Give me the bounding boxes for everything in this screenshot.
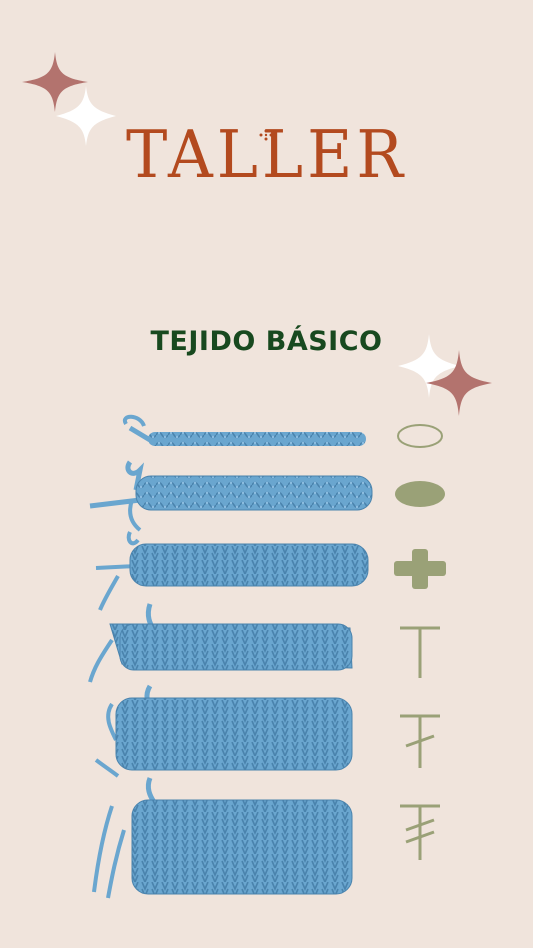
plus-icon <box>394 549 446 589</box>
filled-oval-icon <box>395 481 445 507</box>
oval-outline-icon <box>397 424 443 448</box>
t-two-bar-icon <box>400 804 440 860</box>
stitch-symbols <box>394 424 446 860</box>
t-one-bar-icon <box>400 714 440 768</box>
t-icon <box>400 626 440 678</box>
